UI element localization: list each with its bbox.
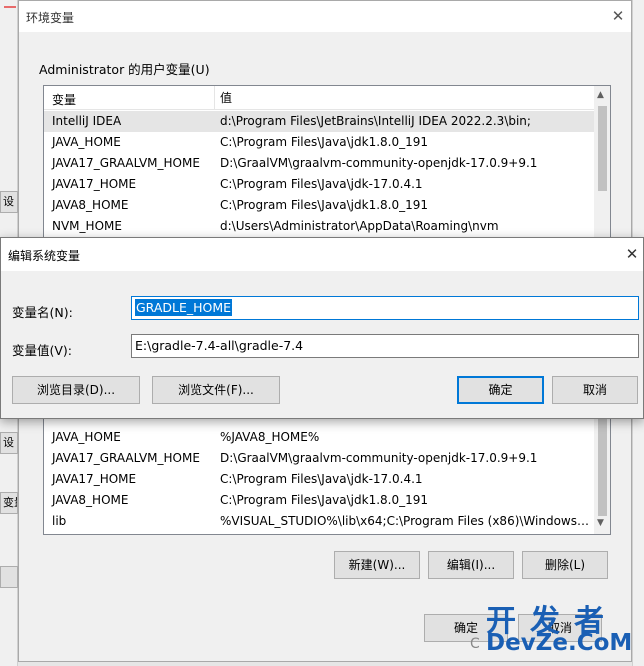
table-row[interactable]: lib %VISUAL_STUDIO%\lib\x64;C:\Program F… [44,511,594,532]
env-window-title: 环境变量 [26,11,75,25]
var-name: JAVA17_GRAALVM_HOME [52,156,200,170]
user-vars-scrollbar[interactable]: ▲ [594,86,610,238]
var-name: JAVA17_HOME [52,177,137,191]
scroll-down-icon[interactable]: ▼ [597,518,604,528]
system-vars-scrollbar[interactable]: ▼ [594,406,610,534]
var-value: D:\GraalVM\graalvm-community-openjdk-17.… [220,451,538,465]
var-value: C:\Program Files\Java\jdk1.8.0_191 [220,135,429,149]
background-button-1[interactable]: 设 [0,191,18,213]
browse-directory-button[interactable]: 浏览目录(D)... [12,376,140,404]
background-button-4[interactable] [0,566,18,588]
scrollbar-thumb[interactable] [598,106,607,191]
var-name: NVM_HOME [52,219,122,233]
ok-button[interactable]: 确定 [457,376,544,404]
watermark-prefix: C [470,636,480,652]
column-header-name[interactable]: 变量 [52,91,76,108]
edit-system-variable-dialog: 编辑系统变量 ✕ 变量名(N): GRADLE_HOME 变量值(V): E:\… [0,237,644,419]
var-name: JAVA17_HOME [52,472,137,486]
watermark: 开发者 C DevZe.CoM [470,596,644,666]
table-row[interactable]: JAVA17_HOME C:\Program Files\Java\jdk-17… [44,174,594,195]
variable-name-value: GRADLE_HOME [135,299,233,316]
var-name: JAVA_HOME [52,430,121,444]
edit-button[interactable]: 编辑(I)... [428,551,514,579]
list-header: 变量 值 [44,86,594,110]
cancel-button[interactable]: 取消 [552,376,638,404]
background-button-3[interactable]: 变量 [0,492,18,514]
var-name: JAVA8_HOME [52,493,129,507]
var-value: C:\Program Files\Java\jdk-17.0.4.1 [220,177,423,191]
var-name: JAVA17_GRAALVM_HOME [52,451,200,465]
var-name: JAVA8_HOME [52,198,129,212]
env-titlebar: 环境变量 ✕ [19,1,631,32]
table-row[interactable]: JAVA17_HOME C:\Program Files\Java\jdk-17… [44,469,594,490]
browse-file-button[interactable]: 浏览文件(F)... [152,376,280,404]
background-accent [4,6,16,8]
table-row[interactable]: IntelliJ IDEA d:\Program Files\JetBrains… [44,111,594,132]
var-name: lib [52,514,67,528]
table-row[interactable]: JAVA17_GRAALVM_HOME D:\GraalVM\graalvm-c… [44,153,594,174]
var-value: %VISUAL_STUDIO%\lib\x64;C:\Program Files… [220,514,592,528]
var-value: C:\Program Files\Java\jdk-17.0.4.1 [220,472,423,486]
user-vars-label: Administrator 的用户变量(U) [39,62,210,77]
new-button[interactable]: 新建(W)... [334,551,420,579]
var-name: JAVA_HOME [52,135,121,149]
watermark-line2: DevZe.CoM [486,630,633,656]
scroll-up-icon[interactable]: ▲ [597,90,604,100]
table-row[interactable]: NVM_HOME d:\Users\Administrator\AppData\… [44,216,594,237]
var-value: d:\Users\Administrator\AppData\Roaming\n… [220,219,499,233]
var-value: C:\Program Files\Java\jdk1.8.0_191 [220,198,429,212]
close-icon[interactable]: ✕ [609,7,627,25]
var-name: IntelliJ IDEA [52,114,122,128]
var-value: %JAVA8_HOME% [220,430,320,444]
scrollbar-thumb[interactable] [598,418,607,516]
var-value: D:\GraalVM\graalvm-community-openjdk-17.… [220,156,538,170]
variable-value-label: 变量值(V): [12,343,73,358]
delete-button[interactable]: 删除(L) [522,551,608,579]
close-icon[interactable]: ✕ [623,245,641,263]
edit-dialog-titlebar: 编辑系统变量 ✕ [1,238,643,271]
var-value: d:\Program Files\JetBrains\IntelliJ IDEA… [220,114,531,128]
table-row[interactable]: JAVA_HOME %JAVA8_HOME% [44,427,594,448]
table-row[interactable]: JAVA17_GRAALVM_HOME D:\GraalVM\graalvm-c… [44,448,594,469]
column-header-value[interactable]: 值 [214,86,232,110]
table-row[interactable]: JAVA8_HOME C:\Program Files\Java\jdk1.8.… [44,490,594,511]
variable-name-label: 变量名(N): [12,305,73,320]
var-value: C:\Program Files\Java\jdk1.8.0_191 [220,493,429,507]
table-row[interactable]: JAVA_HOME C:\Program Files\Java\jdk1.8.0… [44,132,594,153]
user-vars-list[interactable]: 变量 值 IntelliJ IDEA d:\Program Files\JetB… [43,85,611,239]
background-button-2[interactable]: 设 [0,432,18,454]
edit-dialog-title: 编辑系统变量 [8,249,81,263]
table-row[interactable]: JAVA8_HOME C:\Program Files\Java\jdk1.8.… [44,195,594,216]
variable-name-field[interactable]: GRADLE_HOME [131,296,639,320]
system-vars-list[interactable]: JAVA_HOME %JAVA8_HOME% JAVA17_GRAALVM_HO… [43,405,611,535]
variable-value-field[interactable]: E:\gradle-7.4-all\gradle-7.4 [131,334,639,358]
